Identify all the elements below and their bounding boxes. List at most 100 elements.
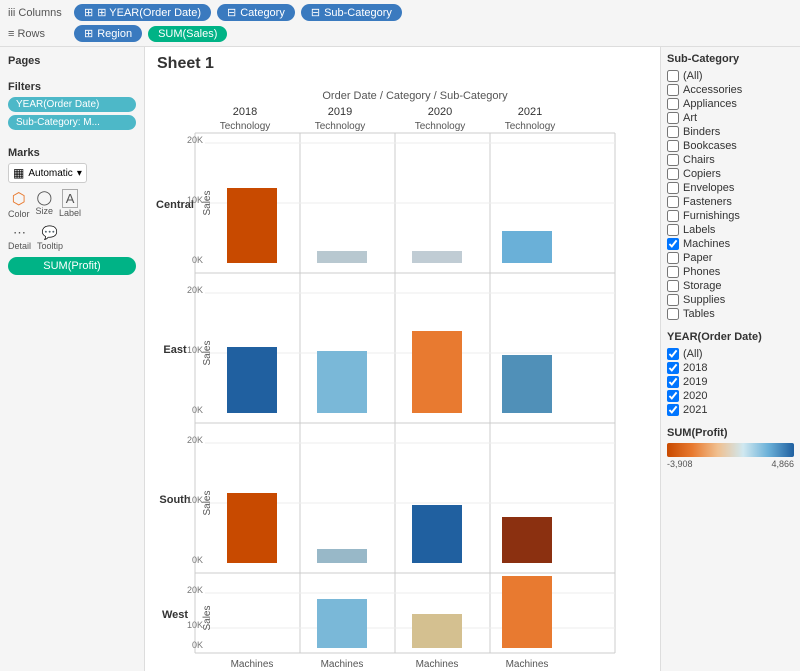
filters-title: Filters [8,81,136,93]
year-filter-2020[interactable]: 2020 [667,389,794,403]
subcategory-pill[interactable]: ⊟ Sub-Category [301,4,402,21]
filter-checkbox-storage[interactable] [667,280,679,292]
ytick-central-10k: 10K [187,195,203,205]
filter-item-phones[interactable]: Phones [667,265,794,279]
filter-checkbox-envelopes[interactable] [667,182,679,194]
toolbar: iii Columns ⊞ ⊞ YEAR(Order Date) ⊟ Categ… [0,0,800,47]
year-filter-all[interactable]: (All) [667,347,794,361]
ytick-east-20k: 20K [187,285,203,295]
filter-item-paper[interactable]: Paper [667,251,794,265]
year-checkbox-2021[interactable] [667,404,679,416]
filter-item-chairs[interactable]: Chairs [667,153,794,167]
chart-svg: Order Date / Category / Sub-Category 201… [155,83,660,671]
bar-east-2018 [227,347,277,413]
sum-sales-pill[interactable]: SUM(Sales) [148,26,227,42]
filter-checkbox-bookcases[interactable] [667,140,679,152]
bar-south-2018 [227,493,277,563]
filter-item-bookcases[interactable]: Bookcases [667,139,794,153]
chart-x-header: Order Date / Category / Sub-Category [322,90,508,102]
chart-title-area: Sheet 1 [145,47,660,83]
filter-label-supplies: Supplies [683,294,725,306]
bar-central-2019 [317,251,367,263]
filter-item-supplies[interactable]: Supplies [667,293,794,307]
sum-profit-pill[interactable]: SUM(Profit) [8,257,136,275]
filter-item-art[interactable]: Art [667,111,794,125]
filter-subcategory[interactable]: Sub-Category: M... [8,115,136,130]
filter-item-tables[interactable]: Tables [667,307,794,321]
sales-label-east: Sales [202,340,213,365]
label-icon: A [62,189,79,208]
filter-item-binders[interactable]: Binders [667,125,794,139]
filter-checkbox-supplies[interactable] [667,294,679,306]
tooltip-label: Tooltip [37,241,63,251]
marks-type-select[interactable]: ▦ Automatic ▾ [8,163,87,183]
ytick-south-10k: 10K [187,495,203,505]
filter-checkbox-chairs[interactable] [667,154,679,166]
filter-item-copiers[interactable]: Copiers [667,167,794,181]
filter-year[interactable]: YEAR(Order Date) [8,97,136,112]
sum-profit-filter-title: SUM(Profit) [667,427,794,439]
right-panel: Sub-Category (All) Accessories Appliance… [660,47,800,671]
filter-checkbox-tables[interactable] [667,308,679,320]
filter-item-appliances[interactable]: Appliances [667,97,794,111]
filter-label-accessories: Accessories [683,84,742,96]
filter-item-machines[interactable]: Machines [667,237,794,251]
filters-section: Filters YEAR(Order Date) Sub-Category: M… [8,81,136,133]
left-panel: Pages Filters YEAR(Order Date) Sub-Categ… [0,47,145,671]
year-checkbox-all[interactable] [667,348,679,360]
region-east: East [163,344,187,356]
year-checkbox-2020[interactable] [667,390,679,402]
filter-item-all[interactable]: (All) [667,69,794,83]
gradient-min: -3,908 [667,459,693,469]
filter-checkbox-appliances[interactable] [667,98,679,110]
color-button[interactable]: ⬡ Color [8,189,30,219]
filter-checkbox-phones[interactable] [667,266,679,278]
chart-title: Sheet 1 [157,55,648,73]
size-icon: ◯ [36,189,52,206]
detail-button[interactable]: ⋯ Detail [8,225,31,251]
year-filter-section: YEAR(Order Date) (All) 2018 2019 2020 [667,331,794,417]
filter-label-all: (All) [683,70,703,82]
marks-section: Marks ▦ Automatic ▾ ⬡ Color ◯ Size [8,147,136,275]
detail-label: Detail [8,241,31,251]
pages-section: Pages [8,55,136,71]
tooltip-button[interactable]: 💬 Tooltip [37,225,63,251]
bar-south-2021 [502,517,552,563]
bar-west-2020 [412,614,462,648]
year-order-date-pill[interactable]: ⊞ ⊞ YEAR(Order Date) [74,4,211,21]
bar-east-2020 [412,331,462,413]
year-filter-title: YEAR(Order Date) [667,331,794,343]
filter-item-labels[interactable]: Labels [667,223,794,237]
filter-item-fasteners[interactable]: Fasteners [667,195,794,209]
filter-item-storage[interactable]: Storage [667,279,794,293]
filter-checkbox-machines[interactable] [667,238,679,250]
filter-checkbox-fasteners[interactable] [667,196,679,208]
filter-checkbox-art[interactable] [667,112,679,124]
year-checkbox-2019[interactable] [667,376,679,388]
filter-checkbox-furnishings[interactable] [667,210,679,222]
filter-checkbox-all[interactable] [667,70,679,82]
label-button[interactable]: A Label [59,189,81,219]
category-pill[interactable]: ⊟ Category [217,4,295,21]
year-checkbox-2018[interactable] [667,362,679,374]
year-filter-2019[interactable]: 2019 [667,375,794,389]
filter-checkbox-binders[interactable] [667,126,679,138]
ytick-west-10k: 10K [187,620,203,630]
region-pill[interactable]: ⊞ Region [74,25,142,42]
filter-item-accessories[interactable]: Accessories [667,83,794,97]
gradient-max: 4,866 [771,459,794,469]
subcategory-filter-title: Sub-Category [667,53,794,65]
size-button[interactable]: ◯ Size [36,189,54,219]
tooltip-icon: 💬 [42,225,58,241]
filter-checkbox-labels[interactable] [667,224,679,236]
marks-icons-row: ⬡ Color ◯ Size A Label [8,189,136,219]
filter-item-envelopes[interactable]: Envelopes [667,181,794,195]
filter-checkbox-accessories[interactable] [667,84,679,96]
filter-item-furnishings[interactable]: Furnishings [667,209,794,223]
year-filter-2018[interactable]: 2018 [667,361,794,375]
bar-central-2020 [412,251,462,263]
filter-checkbox-paper[interactable] [667,252,679,264]
filter-checkbox-copiers[interactable] [667,168,679,180]
label-text: Label [59,208,81,218]
year-filter-2021[interactable]: 2021 [667,403,794,417]
